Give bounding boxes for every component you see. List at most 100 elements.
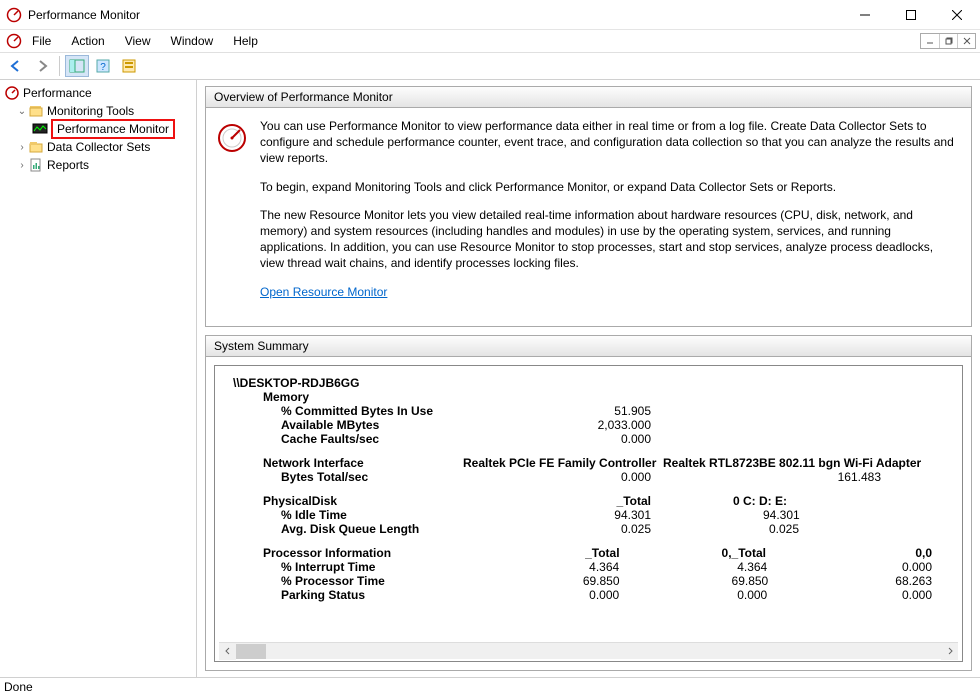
metric-value: 51.905: [463, 404, 663, 418]
overview-paragraph: To begin, expand Monitoring Tools and cl…: [260, 179, 957, 195]
main-area: Performance ⌄ Monitoring Tools Performan…: [0, 80, 980, 677]
system-summary-title: System Summary: [206, 336, 971, 357]
overview-text: You can use Performance Monitor to view …: [260, 118, 957, 312]
expand-icon[interactable]: ›: [16, 142, 28, 153]
metric-value: 68.263: [851, 574, 944, 588]
scroll-right-button[interactable]: [941, 643, 958, 660]
status-bar: Done: [0, 677, 980, 697]
metric-value: 0.025: [663, 522, 893, 536]
metric-value: 69.850: [632, 574, 852, 588]
perfmon-icon: [4, 85, 20, 101]
status-text: Done: [4, 680, 33, 694]
collapse-icon[interactable]: ⌄: [16, 106, 28, 117]
column-header: 0 C: D: E:: [733, 494, 787, 508]
folder-icon: [28, 103, 44, 119]
navigation-tree[interactable]: Performance ⌄ Monitoring Tools Performan…: [0, 80, 197, 677]
overview-panel-title: Overview of Performance Monitor: [206, 87, 971, 108]
metric-label: % Processor Time: [281, 574, 385, 588]
tree-label: Performance Monitor: [51, 119, 175, 139]
metric-label: % Interrupt Time: [281, 560, 375, 574]
tree-node-performance-monitor[interactable]: Performance Monitor: [0, 120, 196, 138]
system-summary-panel: System Summary \\DESKTOP-RDJB6GG Memory …: [205, 335, 972, 671]
metric-value: 94.301: [463, 508, 663, 522]
menu-bar: File Action View Window Help: [0, 30, 980, 52]
metric-value: 94.301: [663, 508, 893, 522]
column-header: Realtek RTL8723BE 802.11 bgn Wi-Fi Adapt…: [663, 456, 921, 470]
app-icon: [6, 7, 22, 23]
reports-icon: [28, 157, 44, 173]
mdi-restore-button[interactable]: [939, 34, 957, 48]
tree-label: Reports: [47, 158, 89, 172]
metric-value: 69.850: [448, 574, 632, 588]
metric-value: 0.000: [852, 560, 944, 574]
minimize-button[interactable]: [842, 0, 888, 30]
overview-paragraph: The new Resource Monitor lets you view d…: [260, 207, 957, 272]
menu-file[interactable]: File: [22, 32, 61, 50]
overview-paragraph: You can use Performance Monitor to view …: [260, 118, 957, 167]
maximize-button[interactable]: [888, 0, 934, 30]
close-button[interactable]: [934, 0, 980, 30]
horizontal-scrollbar[interactable]: [219, 642, 958, 659]
tree-label: Monitoring Tools: [47, 104, 134, 118]
menu-view[interactable]: View: [115, 32, 161, 50]
metric-label: Cache Faults/sec: [281, 432, 379, 446]
toolbar-separator: [59, 56, 60, 76]
svg-text:?: ?: [100, 62, 106, 73]
content-pane: Overview of Performance Monitor You can …: [197, 80, 980, 677]
tree-label: Data Collector Sets: [47, 140, 150, 154]
column-header: 0,0: [915, 546, 932, 560]
disk-heading: PhysicalDisk: [233, 494, 463, 508]
open-resource-monitor-link[interactable]: Open Resource Monitor: [260, 285, 387, 299]
menu-window[interactable]: Window: [161, 32, 224, 50]
scroll-left-button[interactable]: [219, 643, 236, 660]
metric-label: Bytes Total/sec: [281, 470, 368, 484]
metric-value: 0.000: [631, 588, 851, 602]
system-summary-box: \\DESKTOP-RDJB6GG Memory % Committed Byt…: [214, 365, 963, 662]
tree-node-monitoring-tools[interactable]: ⌄ Monitoring Tools: [0, 102, 196, 120]
menu-help[interactable]: Help: [223, 32, 268, 50]
host-label: \\DESKTOP-RDJB6GG: [233, 376, 944, 390]
window-title: Performance Monitor: [28, 8, 842, 22]
tree-label: Performance: [23, 86, 92, 100]
toolbar: ?: [0, 52, 980, 80]
properties-button[interactable]: ?: [91, 55, 115, 77]
metric-value: 2,033.000: [463, 418, 663, 432]
mdi-controls: [920, 33, 976, 49]
collector-icon: [28, 139, 44, 155]
menu-action[interactable]: Action: [61, 32, 114, 50]
app-icon: [6, 33, 22, 49]
metric-value: 0.000: [852, 588, 944, 602]
metric-value: 0.000: [463, 470, 663, 484]
mdi-close-button[interactable]: [957, 34, 975, 48]
tree-node-data-collector-sets[interactable]: › Data Collector Sets: [0, 138, 196, 156]
mdi-minimize-button[interactable]: [921, 34, 939, 48]
metric-value: 4.364: [447, 560, 631, 574]
metric-value: 0.025: [463, 522, 663, 536]
back-button[interactable]: [4, 55, 28, 77]
metric-value: 161.483: [663, 470, 893, 484]
overview-panel: Overview of Performance Monitor You can …: [205, 86, 972, 327]
perfmon-large-icon: [216, 122, 248, 154]
metric-label: % Committed Bytes In Use: [281, 404, 433, 418]
column-header: Realtek PCIe FE Family Controller: [463, 456, 656, 470]
metric-label: Available MBytes: [281, 418, 379, 432]
metric-value: 4.364: [631, 560, 851, 574]
monitor-icon: [32, 121, 48, 137]
column-header: _Total: [617, 494, 651, 508]
scroll-thumb[interactable]: [236, 644, 266, 659]
network-heading: Network Interface: [233, 456, 463, 470]
refresh-button[interactable]: [117, 55, 141, 77]
memory-heading: Memory: [233, 390, 463, 404]
tree-node-performance[interactable]: Performance: [0, 84, 196, 102]
expand-icon[interactable]: ›: [16, 160, 28, 171]
processor-heading: Processor Information: [233, 546, 447, 560]
system-summary-content: \\DESKTOP-RDJB6GG Memory % Committed Byt…: [219, 376, 958, 642]
title-bar: Performance Monitor: [0, 0, 980, 30]
metric-label: Parking Status: [281, 588, 365, 602]
column-header: 0,_Total: [722, 546, 766, 560]
show-hide-tree-button[interactable]: [65, 55, 89, 77]
metric-value: 0.000: [463, 432, 663, 446]
column-header: _Total: [585, 546, 619, 560]
forward-button[interactable]: [30, 55, 54, 77]
tree-node-reports[interactable]: › Reports: [0, 156, 196, 174]
